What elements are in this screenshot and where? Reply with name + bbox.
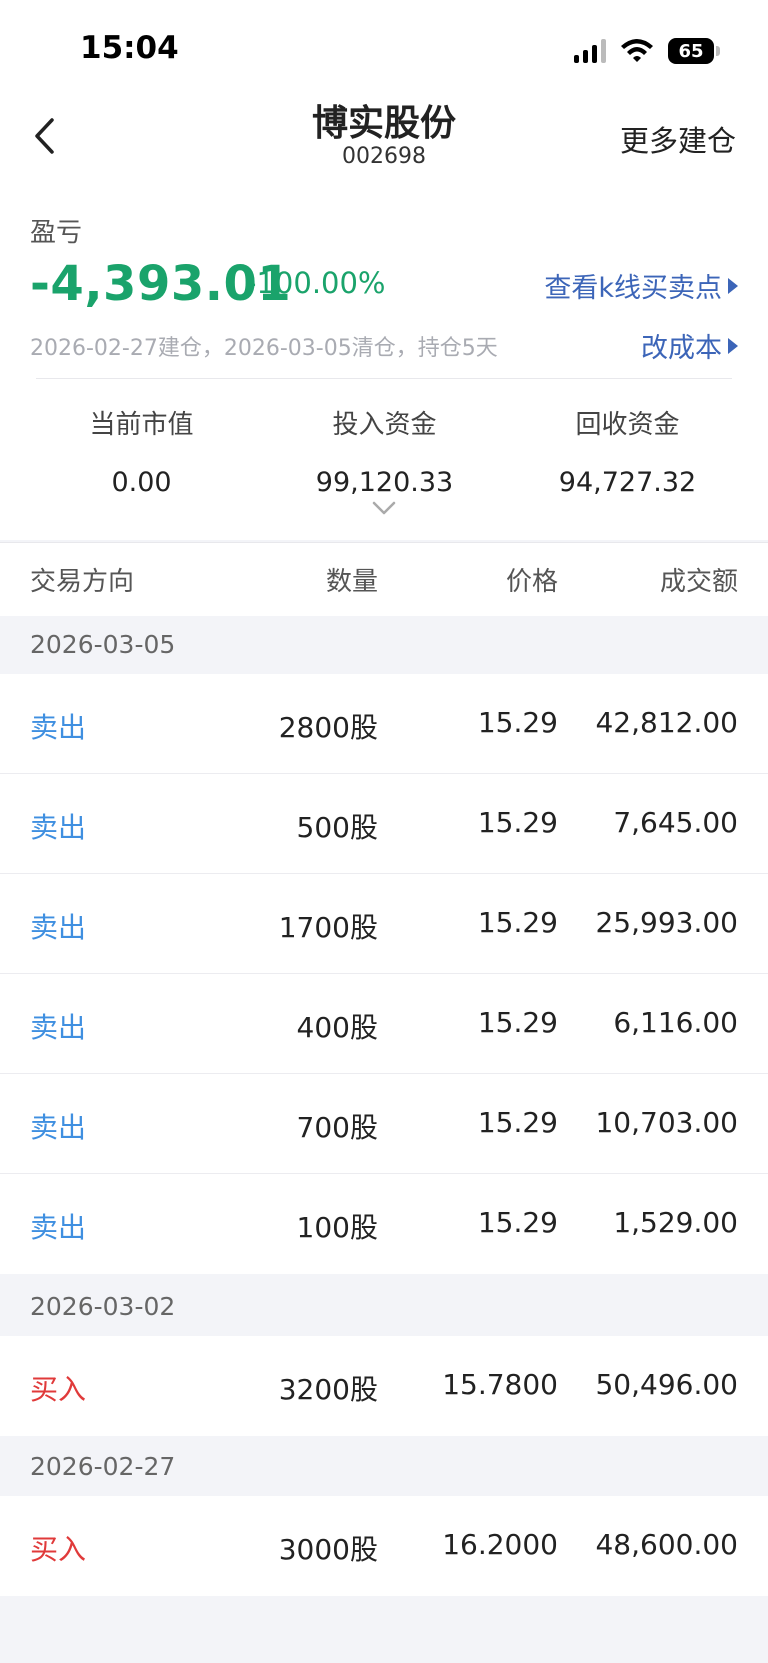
row-quantity: 1700股 [278, 911, 378, 944]
kline-link-label: 查看k线买卖点 [544, 273, 722, 304]
row-amount: 6,116.00 [613, 1006, 738, 1039]
row-direction: 卖出 [30, 1011, 87, 1044]
row-quantity: 500股 [296, 811, 378, 844]
battery-level: 65 [678, 40, 704, 62]
table-row[interactable]: 买入 3200股 15.7800 50,496.00 [0, 1336, 768, 1436]
row-amount: 48,600.00 [595, 1528, 738, 1561]
row-price: 15.29 [477, 1106, 558, 1139]
row-amount: 10,703.00 [595, 1106, 738, 1139]
row-quantity: 3000股 [278, 1533, 378, 1566]
pnl-percent: -100.00% [246, 266, 386, 300]
row-quantity: 700股 [296, 1111, 378, 1144]
more-positions-button[interactable]: 更多建仓 [620, 118, 736, 160]
row-direction: 买入 [30, 1373, 87, 1406]
row-quantity: 100股 [296, 1211, 378, 1244]
row-amount: 42,812.00 [595, 706, 738, 739]
header-price: 价格 [505, 567, 558, 597]
stat-market-value: 当前市值 0.00 [20, 404, 263, 498]
stat-value: 94,727.32 [558, 467, 697, 498]
row-quantity: 400股 [296, 1011, 378, 1044]
group-date: 2026-02-27 [30, 1452, 176, 1481]
row-price: 15.29 [477, 906, 558, 939]
table-row[interactable]: 卖出 500股 15.29 7,645.00 [0, 774, 768, 874]
group-date: 2026-03-02 [30, 1292, 176, 1321]
row-amount: 1,529.00 [613, 1206, 738, 1239]
stat-label: 当前市值 [89, 410, 194, 440]
row-amount: 25,993.00 [595, 906, 738, 939]
row-amount: 7,645.00 [613, 806, 738, 839]
edit-cost-link[interactable]: 改成本 [641, 326, 738, 365]
cellular-signal-icon [574, 39, 606, 63]
table-row[interactable]: 卖出 400股 15.29 6,116.00 [0, 974, 768, 1074]
stat-invested: 投入资金 99,120.33 [263, 404, 506, 498]
row-direction: 卖出 [30, 1211, 87, 1244]
table-row[interactable]: 卖出 100股 15.29 1,529.00 [0, 1174, 768, 1274]
holding-info: 2026-02-27建仓，2026-03-05清仓，持仓5天 [30, 336, 498, 361]
row-direction: 卖出 [30, 911, 87, 944]
row-price: 15.29 [477, 1006, 558, 1039]
status-time: 15:04 [80, 30, 179, 66]
kline-points-link[interactable]: 查看k线买卖点 [544, 266, 738, 305]
row-amount: 50,496.00 [595, 1368, 738, 1401]
row-price: 15.7800 [442, 1368, 558, 1401]
stat-value: 0.00 [111, 467, 172, 498]
stat-recovered: 回收资金 94,727.32 [506, 404, 749, 498]
row-price: 15.29 [477, 806, 558, 839]
triangle-right-icon [728, 337, 738, 354]
header-amount: 成交额 [659, 567, 738, 597]
row-direction: 买入 [30, 1533, 87, 1566]
group-date-header: 2026-03-02 [0, 1278, 768, 1336]
row-direction: 卖出 [30, 711, 87, 744]
row-direction: 卖出 [30, 1111, 87, 1144]
stats-row: 当前市值 0.00 投入资金 99,120.33 回收资金 94,727.32 [0, 404, 768, 498]
stat-value: 99,120.33 [315, 467, 454, 498]
wifi-icon [621, 39, 653, 62]
row-price: 15.29 [477, 706, 558, 739]
divider [36, 378, 732, 379]
group-date-header: 2026-02-27 [0, 1438, 768, 1496]
stat-label: 投入资金 [332, 410, 437, 440]
stat-label: 回收资金 [575, 410, 680, 440]
group-date-header: 2026-03-05 [0, 616, 768, 674]
header-quantity: 数量 [325, 567, 378, 597]
header-direction: 交易方向 [30, 567, 135, 597]
pnl-label: 盈亏 [30, 218, 83, 248]
edit-cost-label: 改成本 [641, 333, 722, 364]
table-header: 交易方向 数量 价格 成交额 [0, 542, 768, 616]
row-quantity: 3200股 [278, 1373, 378, 1406]
row-direction: 卖出 [30, 811, 87, 844]
table-row[interactable]: 卖出 1700股 15.29 25,993.00 [0, 874, 768, 974]
chevron-down-icon[interactable] [372, 500, 396, 516]
triangle-right-icon [728, 277, 738, 294]
table-row[interactable]: 卖出 2800股 15.29 42,812.00 [0, 674, 768, 774]
row-price: 15.29 [477, 1206, 558, 1239]
battery-icon: 65 [668, 38, 720, 64]
table-row[interactable]: 卖出 700股 15.29 10,703.00 [0, 1074, 768, 1174]
group-date: 2026-03-05 [30, 630, 176, 659]
table-row[interactable]: 买入 3000股 16.2000 48,600.00 [0, 1496, 768, 1596]
status-icons: 65 [574, 36, 720, 66]
row-quantity: 2800股 [278, 711, 378, 744]
row-price: 16.2000 [442, 1528, 558, 1561]
